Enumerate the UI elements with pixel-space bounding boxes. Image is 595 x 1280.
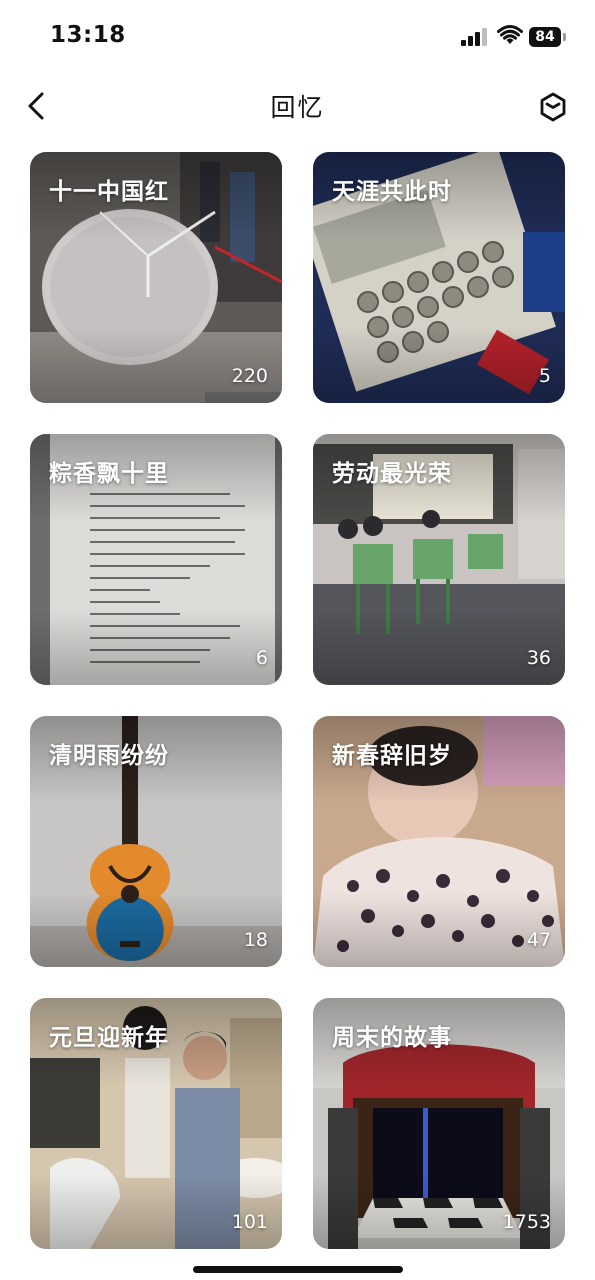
memory-title: 新春辞旧岁: [332, 743, 452, 769]
memory-title: 周末的故事: [332, 1025, 452, 1051]
memory-photo-count: 47: [526, 929, 551, 951]
cellular-signal-icon: [461, 28, 489, 46]
status-bar: 13:18 84: [0, 0, 595, 70]
battery-indicator: 84: [529, 27, 561, 47]
memory-title: 十一中国红: [49, 179, 169, 205]
memory-photo-count: 1753: [502, 1211, 551, 1233]
memory-card[interactable]: 元旦迎新年 101: [30, 998, 282, 1249]
memory-title: 元旦迎新年: [49, 1025, 169, 1051]
battery-tip: [563, 33, 566, 41]
page-title: 回忆: [270, 93, 325, 122]
memory-card[interactable]: 天涯共此时 5: [313, 152, 565, 403]
memory-title: 天涯共此时: [332, 179, 452, 205]
hexagon-menu-button[interactable]: [536, 90, 570, 124]
memory-card[interactable]: 新春辞旧岁 47: [313, 716, 565, 967]
memory-title: 劳动最光荣: [332, 461, 452, 487]
memory-photo-count: 220: [231, 365, 268, 387]
memory-photo-count: 5: [538, 365, 551, 387]
memory-photo-count: 101: [231, 1211, 268, 1233]
hexagon-icon: [540, 92, 566, 122]
memory-card[interactable]: 粽香飘十里 6: [30, 434, 282, 685]
memory-photo-count: 36: [526, 647, 551, 669]
home-indicator[interactable]: [193, 1266, 403, 1273]
memory-card[interactable]: 十一中国红 220: [30, 152, 282, 403]
memory-photo-count: 18: [243, 929, 268, 951]
wifi-icon: [497, 25, 523, 44]
memory-card[interactable]: 劳动最光荣 36: [313, 434, 565, 685]
memory-title: 粽香飘十里: [49, 461, 169, 487]
memory-card[interactable]: 周末的故事 1753: [313, 998, 565, 1249]
status-time: 13:18: [50, 22, 126, 48]
nav-bar: 回忆: [0, 78, 595, 134]
memory-card[interactable]: 清明雨纷纷 18: [30, 716, 282, 967]
memory-title: 清明雨纷纷: [49, 743, 169, 769]
memory-photo-count: 6: [255, 647, 268, 669]
